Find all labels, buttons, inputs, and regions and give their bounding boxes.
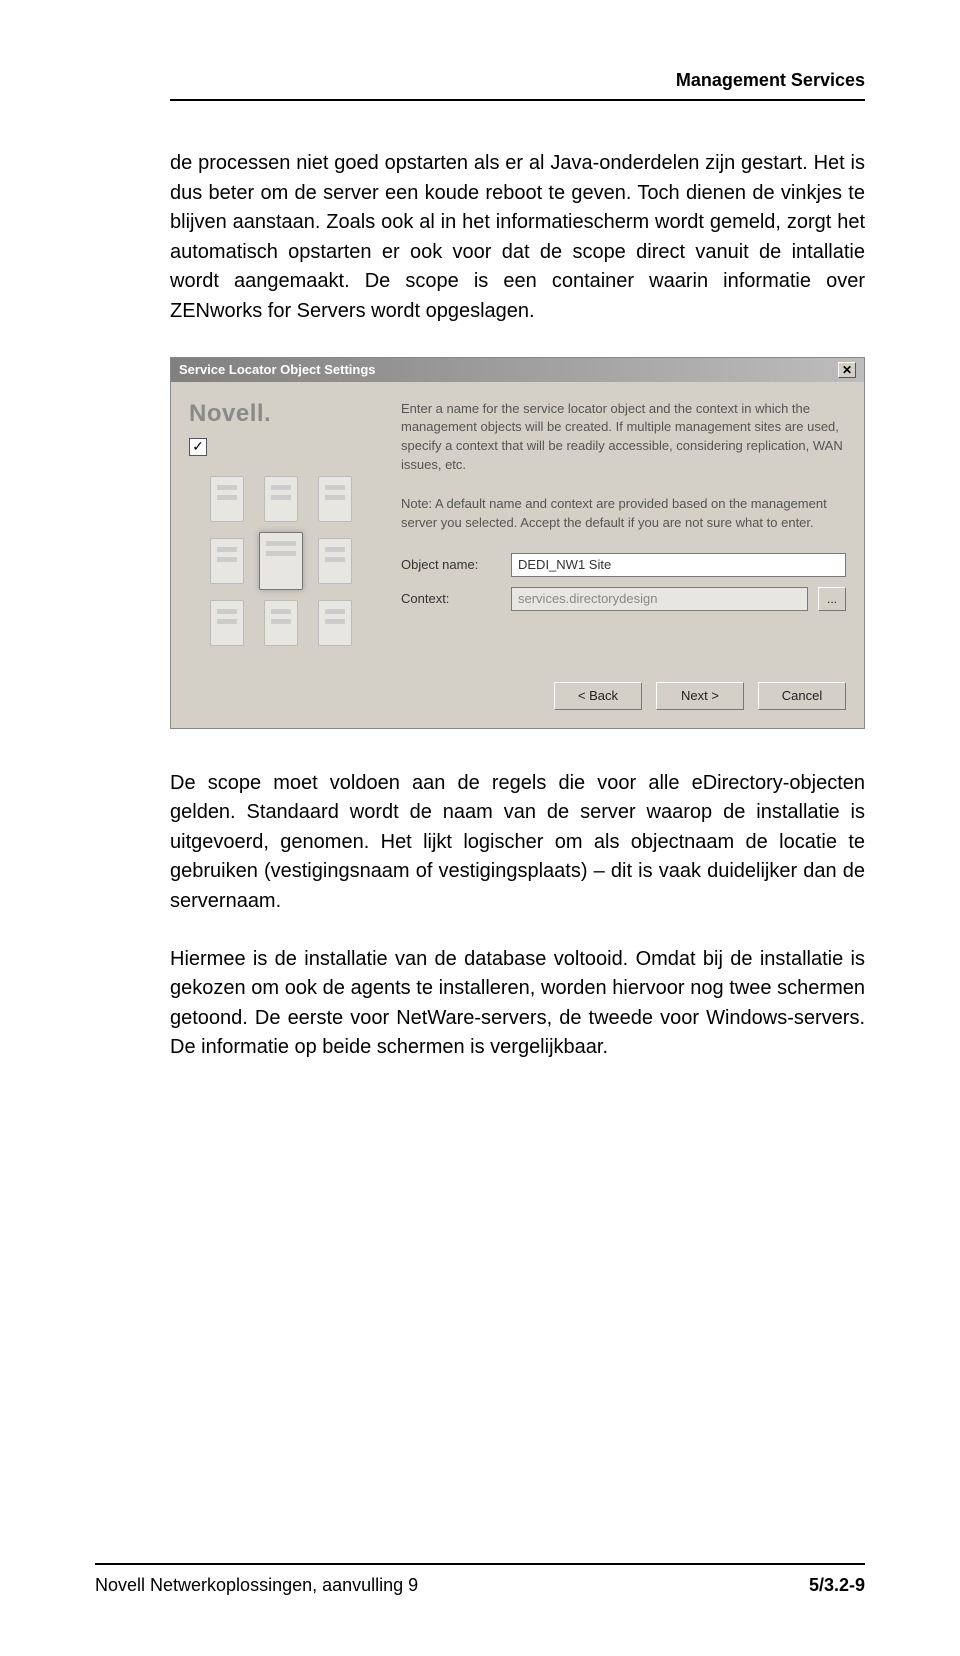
dialog-window: Service Locator Object Settings ✕ Novell… [170,357,865,729]
dialog-description-1: Enter a name for the service locator obj… [401,400,846,475]
object-name-input[interactable] [511,553,846,577]
dialog-sidebar: Novell. ✓ [189,400,379,652]
dialog-titlebar: Service Locator Object Settings ✕ [171,358,864,382]
dialog-screenshot: Service Locator Object Settings ✕ Novell… [170,357,865,729]
server-icon [318,600,352,646]
server-icon [264,476,298,522]
close-icon[interactable]: ✕ [838,362,856,378]
checkbox-icon[interactable]: ✓ [189,438,207,456]
body-paragraph-3: Hiermee is de installatie van de databas… [170,945,865,1063]
dialog-description-2: Note: A default name and context are pro… [401,495,846,533]
back-button[interactable]: < Back [554,682,642,710]
object-name-label: Object name: [401,557,501,572]
page-footer: Novell Netwerkoplossingen, aanvulling 9 … [95,1563,865,1596]
server-icon [210,476,244,522]
server-icon [210,600,244,646]
next-button[interactable]: Next > [656,682,744,710]
server-grid-graphic [189,476,379,652]
dialog-title: Service Locator Object Settings [179,362,376,377]
cancel-button[interactable]: Cancel [758,682,846,710]
footer-page-number: 5/3.2-9 [809,1575,865,1596]
server-icon [318,538,352,584]
brand-logo: Novell. [189,400,379,428]
body-paragraph-2: De scope moet voldoen aan de regels die … [170,769,865,917]
browse-button[interactable]: ... [818,587,846,611]
footer-left: Novell Netwerkoplossingen, aanvulling 9 [95,1575,418,1596]
context-label: Context: [401,591,501,606]
page-header: Management Services [170,70,865,101]
context-input[interactable] [511,587,808,611]
server-icon [264,600,298,646]
server-icon [318,476,352,522]
server-icon-selected [259,532,303,590]
server-icon [210,538,244,584]
body-paragraph-1: de processen niet goed opstarten als er … [170,149,865,327]
